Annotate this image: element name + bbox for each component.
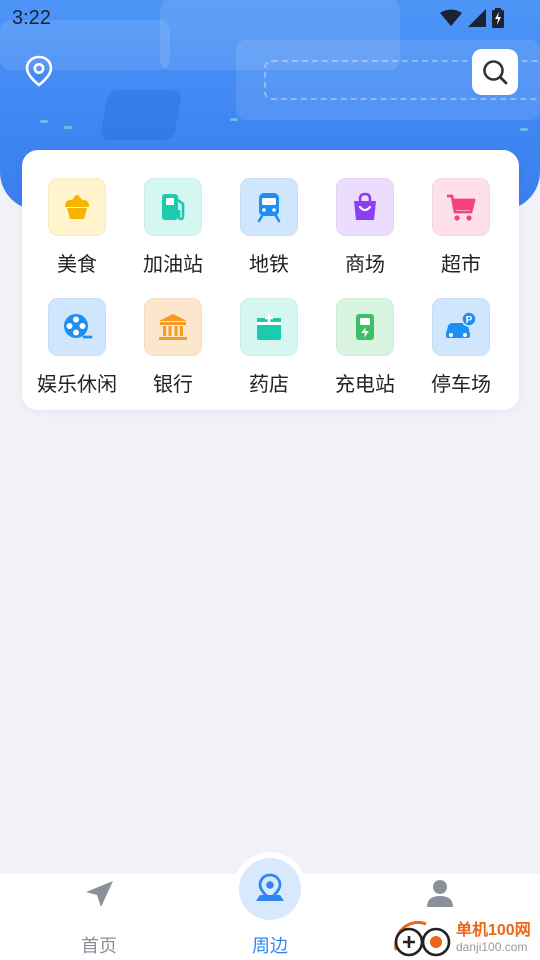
map-decoration <box>230 118 238 121</box>
category-label: 商场 <box>345 254 385 276</box>
nav-tab-home[interactable]: 首页 <box>39 874 159 960</box>
category-charging-station[interactable]: 充电站 <box>317 298 413 408</box>
nav-label: 周边 <box>252 936 288 956</box>
category-icon-box <box>144 298 202 356</box>
category-icon-box <box>336 298 394 356</box>
nav-center-button[interactable] <box>239 858 301 920</box>
category-icon-box <box>336 178 394 236</box>
category-label: 地铁 <box>249 254 289 276</box>
shopping-cart-icon <box>447 194 476 221</box>
wifi-icon <box>440 9 462 26</box>
battery-icon <box>492 8 504 28</box>
watermark-logo-icon <box>394 920 451 957</box>
nav-label: 首页 <box>81 936 117 956</box>
svg-text:P: P <box>466 315 473 326</box>
charging-station-icon <box>356 314 374 340</box>
category-supermarket[interactable]: 超市 <box>413 178 509 288</box>
category-icon-box <box>48 178 106 236</box>
watermark-title: 单机100网 <box>456 922 531 939</box>
shopping-bag-icon <box>354 192 376 220</box>
category-icon-box <box>240 178 298 236</box>
film-reel-icon <box>64 314 93 339</box>
location-pin-icon <box>25 55 53 87</box>
bank-icon <box>159 314 187 340</box>
category-label: 娱乐休闲 <box>37 374 117 396</box>
fuel-pump-icon <box>162 194 185 221</box>
map-pin-icon <box>256 873 284 901</box>
cake-icon <box>65 195 89 219</box>
search-icon <box>483 60 508 85</box>
map-decoration <box>64 126 72 129</box>
category-label: 加油站 <box>143 254 203 276</box>
category-pharmacy[interactable]: 药店 <box>221 298 317 408</box>
status-icons <box>440 8 504 28</box>
map-decoration <box>520 128 528 131</box>
navigation-arrow-icon <box>86 881 113 907</box>
category-parking[interactable]: P 停车场 <box>413 298 509 408</box>
parking-car-icon: P <box>446 311 477 338</box>
category-label: 超市 <box>441 254 481 276</box>
category-subway[interactable]: 地铁 <box>221 178 317 288</box>
watermark: 单机100网 danji100.com <box>390 916 540 960</box>
category-label: 停车场 <box>431 374 491 396</box>
category-label: 药店 <box>249 374 289 396</box>
category-label: 充电站 <box>335 374 395 396</box>
category-label: 美食 <box>57 254 97 276</box>
category-gas-station[interactable]: 加油站 <box>125 178 221 288</box>
medicine-box-icon <box>257 313 281 340</box>
category-food[interactable]: 美食 <box>29 178 125 288</box>
category-icon-box: P <box>432 298 490 356</box>
category-bank[interactable]: 银行 <box>125 298 221 408</box>
map-decoration <box>99 90 183 140</box>
watermark-subtitle: danji100.com <box>456 940 528 954</box>
map-decoration <box>40 120 48 123</box>
category-icon-box <box>432 178 490 236</box>
category-icon-box <box>144 178 202 236</box>
watermark-text: 单机100网 danji100.com <box>456 922 531 954</box>
user-icon <box>427 880 453 907</box>
status-time: 3:22 <box>12 6 51 29</box>
status-bar: 3:22 <box>0 0 540 36</box>
subway-train-icon <box>257 193 281 223</box>
category-icon-box <box>240 298 298 356</box>
category-mall[interactable]: 商场 <box>317 178 413 288</box>
category-grid-card: 美食 加油站 地铁 商场 超市 娱乐休闲 银行 药店 充电站 P 停车场 <box>22 150 519 410</box>
category-label: 银行 <box>153 374 193 396</box>
location-button[interactable] <box>22 54 56 88</box>
search-button[interactable] <box>472 49 518 95</box>
category-entertainment[interactable]: 娱乐休闲 <box>29 298 125 408</box>
cellular-signal-icon <box>468 9 486 27</box>
category-icon-box <box>48 298 106 356</box>
